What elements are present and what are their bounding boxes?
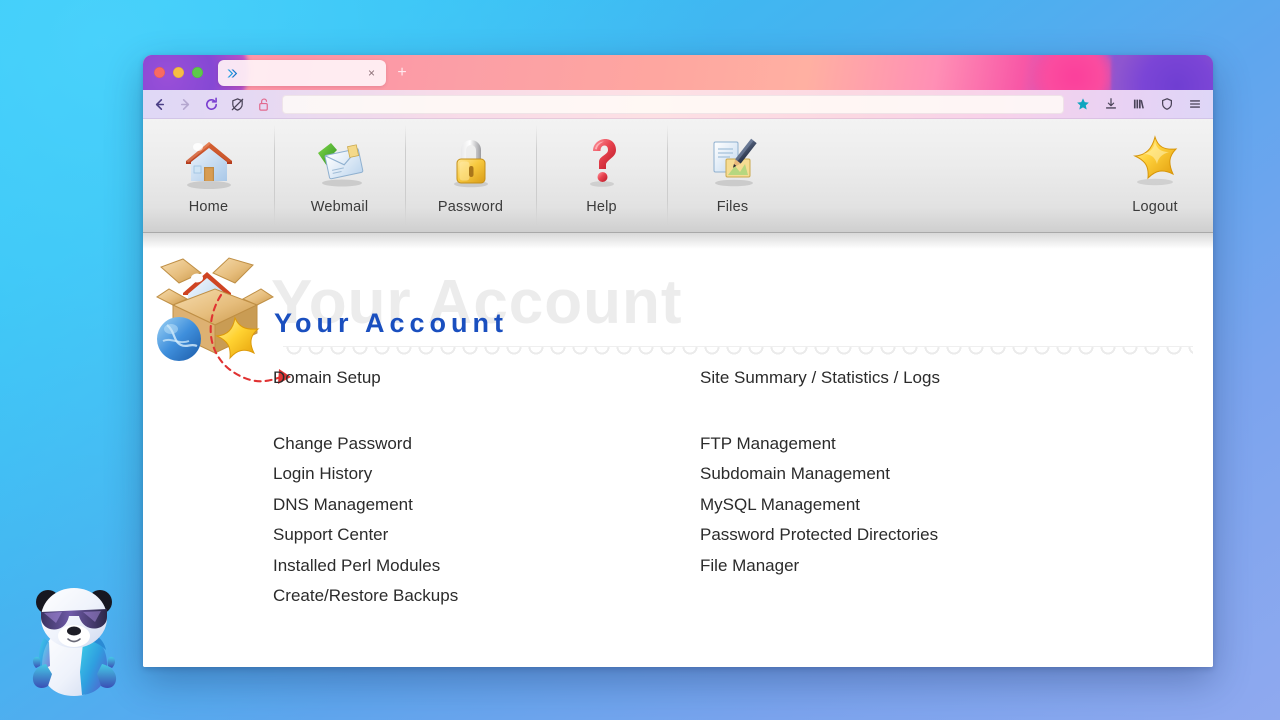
link-file-manager[interactable]: File Manager (700, 551, 1127, 582)
links-group-secondary-left: Change Password Login History DNS Manage… (273, 429, 700, 612)
minimize-window-button[interactable] (173, 67, 184, 78)
toolbar-item-logout[interactable]: Logout (1097, 119, 1213, 232)
toolbar-item-files[interactable]: Files (667, 119, 798, 232)
links-column-right: Site Summary / Statistics / Logs FTP Man… (700, 363, 1127, 612)
toolbar-item-webmail[interactable]: Webmail (274, 119, 405, 232)
house-icon (178, 131, 240, 193)
toolbar-item-home[interactable]: Home (143, 119, 274, 232)
reload-button[interactable] (203, 96, 220, 113)
box-house-globe-star-icon (149, 245, 281, 377)
links-group-secondary-right: FTP Management Subdomain Management MySQ… (700, 429, 1127, 582)
links-column-left: Domain Setup Change Password Login Histo… (273, 363, 700, 612)
link-subdomain-management[interactable]: Subdomain Management (700, 459, 1127, 490)
double-chevron-right-icon (226, 67, 239, 80)
shield-icon[interactable] (1158, 96, 1175, 113)
toolbar-item-password[interactable]: Password (405, 119, 536, 232)
link-change-password[interactable]: Change Password (273, 429, 700, 460)
forward-button[interactable] (177, 96, 194, 113)
nav-buttons-group (151, 96, 272, 113)
new-tab-button[interactable]: + (392, 63, 412, 83)
shield-slash-icon[interactable] (229, 96, 246, 113)
download-icon[interactable] (1102, 96, 1119, 113)
unlocked-padlock-icon[interactable] (255, 96, 272, 113)
padlock-icon (440, 131, 502, 193)
question-mark-icon (571, 131, 633, 193)
tab-strip: × + (218, 60, 412, 86)
link-login-history[interactable]: Login History (273, 459, 700, 490)
browser-tab[interactable]: × (218, 60, 386, 86)
close-tab-button[interactable]: × (365, 66, 378, 80)
titlebar-purple-blob-right (1111, 55, 1213, 90)
panda-mascot-icon (22, 576, 126, 698)
page-content: Your Account Your Account Domain Setup C… (143, 233, 1213, 667)
star-icon[interactable] (1074, 96, 1091, 113)
links-group-primary-right: Site Summary / Statistics / Logs (700, 363, 1127, 394)
toolbar-item-help[interactable]: Help (536, 119, 667, 232)
app-toolbar: Home Webmail Password Help Files Logout (143, 119, 1213, 233)
link-password-protected-directories[interactable]: Password Protected Directories (700, 520, 1127, 551)
link-installed-perl-modules[interactable]: Installed Perl Modules (273, 551, 700, 582)
toolbar-label-home: Home (188, 199, 229, 215)
link-dns-management[interactable]: DNS Management (273, 490, 700, 521)
titlebar-pink-blob (1033, 55, 1117, 90)
star-icon (1124, 131, 1186, 193)
document-pencil-icon (702, 131, 764, 193)
link-site-summary-statistics-logs[interactable]: Site Summary / Statistics / Logs (700, 363, 1127, 394)
library-icon[interactable] (1130, 96, 1147, 113)
toolbar-label-logout: Logout (1132, 199, 1178, 215)
page-title: Your Account (274, 308, 508, 338)
link-ftp-management[interactable]: FTP Management (700, 429, 1127, 460)
traffic-lights (154, 67, 203, 78)
url-input[interactable] (282, 94, 1064, 114)
link-domain-setup[interactable]: Domain Setup (273, 363, 700, 394)
scalloped-divider (283, 346, 1193, 361)
toolbar-label-webmail: Webmail (310, 199, 369, 215)
link-support-center[interactable]: Support Center (273, 520, 700, 551)
link-mysql-management[interactable]: MySQL Management (700, 490, 1127, 521)
account-links: Domain Setup Change Password Login Histo… (143, 363, 1213, 612)
hamburger-menu-icon[interactable] (1186, 96, 1203, 113)
browser-window: × + Home Webmail Password Help Files Log… (143, 55, 1213, 667)
links-group-primary-left: Domain Setup (273, 363, 700, 394)
toolbar-label-files: Files (716, 199, 749, 215)
back-button[interactable] (151, 96, 168, 113)
nav-right-group (1074, 96, 1205, 113)
link-create-restore-backups[interactable]: Create/Restore Backups (273, 581, 700, 612)
close-window-button[interactable] (154, 67, 165, 78)
account-banner: Your Account Your Account (143, 233, 1213, 384)
maximize-window-button[interactable] (192, 67, 203, 78)
toolbar-label-password: Password (437, 199, 504, 215)
browser-navbar (143, 90, 1213, 119)
toolbar-label-help: Help (586, 199, 617, 215)
browser-titlebar: × + (143, 55, 1213, 90)
envelope-arrow-icon (309, 131, 371, 193)
